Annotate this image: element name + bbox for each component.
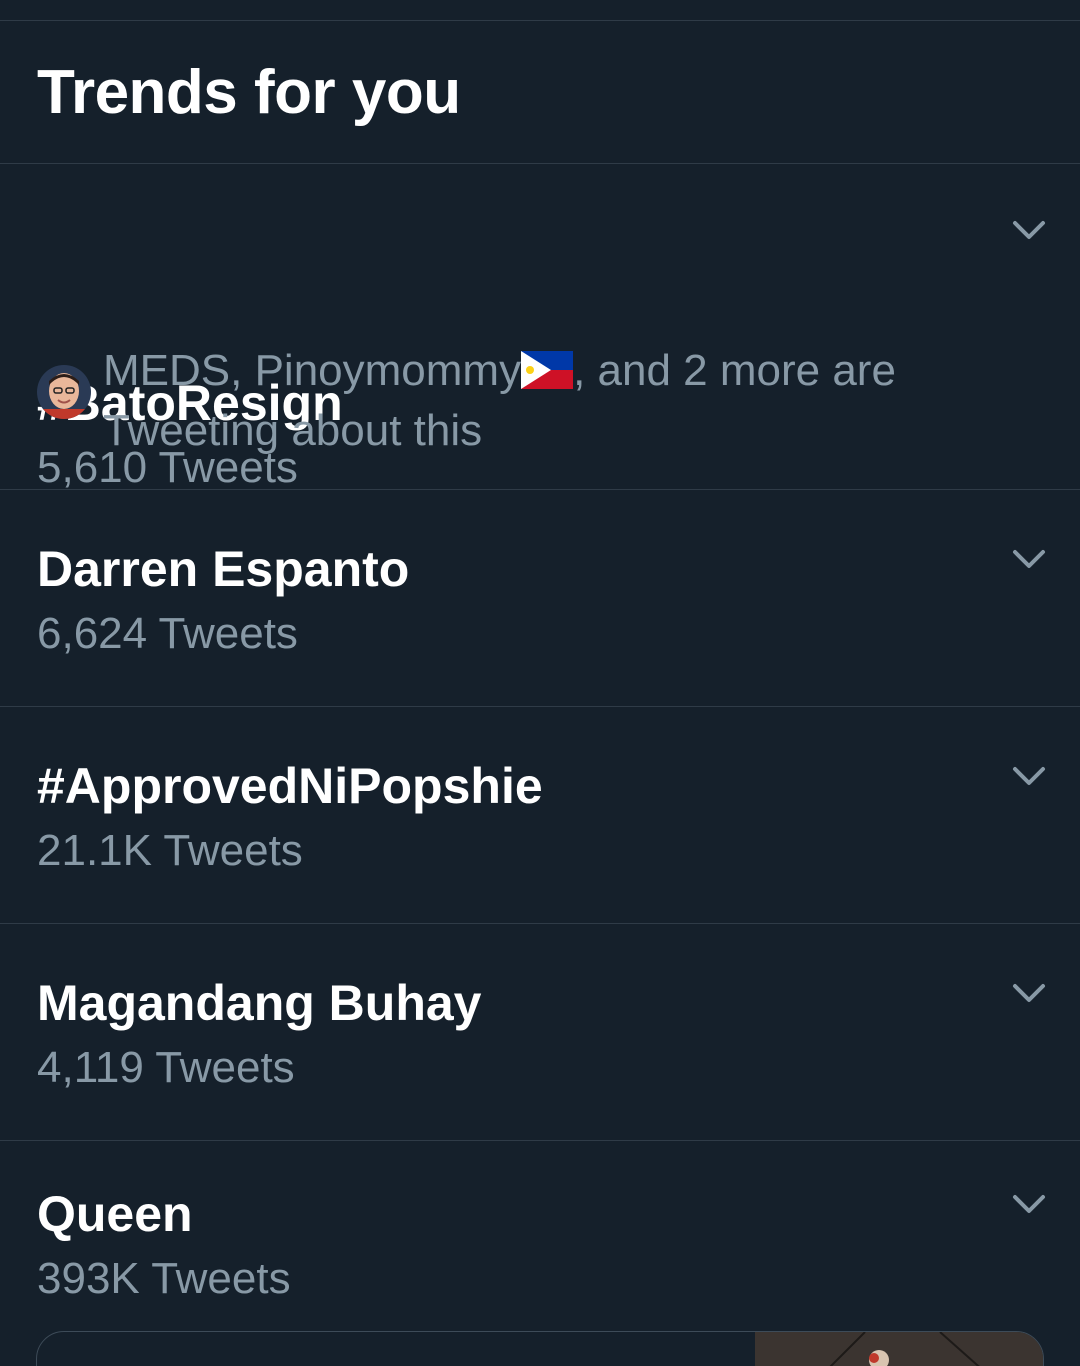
social-context-names: MEDS, Pinoymommy <box>103 346 522 395</box>
trend-tweet-count: 4,119 Tweets <box>37 1043 295 1092</box>
trends-page: Trends for you #BatoResign 5,610 Tweets <box>0 0 1080 1366</box>
social-context: MEDS, Pinoymommy , and 2 more are Tweeti… <box>37 341 1037 461</box>
social-context-text: MEDS, Pinoymommy , and 2 more are Tweeti… <box>103 341 1003 461</box>
page-title: Trends for you <box>37 58 461 127</box>
trend-title: Queen <box>37 1186 193 1242</box>
trend-item-batoresign[interactable]: #BatoResign 5,610 Tweets MEDS, Pinoymomm… <box>0 165 1080 492</box>
trend-title: Darren Espanto <box>37 541 410 597</box>
trend-tweet-count: 21.1K Tweets <box>37 826 303 875</box>
avatar <box>37 365 91 419</box>
philippines-flag-icon <box>521 351 574 389</box>
top-strip <box>0 0 1080 21</box>
chevron-down-icon[interactable] <box>1012 548 1046 570</box>
trend-tweet-count: 393K Tweets <box>37 1254 291 1303</box>
social-context-line2: Tweeting about this <box>103 406 483 455</box>
trend-media-card[interactable] <box>36 1331 1044 1366</box>
trend-title: #ApprovedNiPopshie <box>37 758 543 814</box>
social-context-suffix: , and 2 more are <box>573 346 896 395</box>
trend-item-magandang-buhay[interactable]: Magandang Buhay 4,119 Tweets <box>0 924 1080 1141</box>
chevron-down-icon[interactable] <box>1012 982 1046 1004</box>
media-thumbnail <box>755 1332 1043 1366</box>
chevron-down-icon[interactable] <box>1012 765 1046 787</box>
trend-item-approvednipopshie[interactable]: #ApprovedNiPopshie 21.1K Tweets <box>0 707 1080 924</box>
trend-tweet-count: 6,624 Tweets <box>37 609 298 658</box>
trends-header: Trends for you <box>0 21 1080 164</box>
trend-title: Magandang Buhay <box>37 975 482 1031</box>
chevron-down-icon[interactable] <box>1012 1193 1046 1215</box>
trend-item-darren-espanto[interactable]: Darren Espanto 6,624 Tweets <box>0 490 1080 707</box>
chevron-down-icon[interactable] <box>1012 219 1046 241</box>
